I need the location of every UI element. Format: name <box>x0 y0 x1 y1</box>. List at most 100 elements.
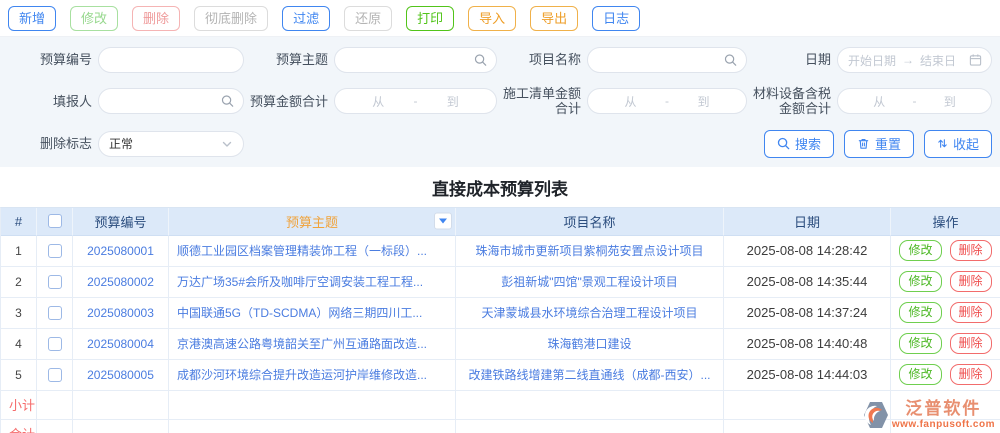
empty-cell <box>37 419 73 433</box>
row-delete-button[interactable]: 删除 <box>949 302 992 324</box>
row-edit-button[interactable]: 修改 <box>899 271 942 293</box>
row-select-cell <box>37 359 73 391</box>
topic-link[interactable]: 顺德工业园区档案管理精装饰工程（一标段）... <box>169 235 456 267</box>
logo-text: 泛普软件 www.fanpusoft.com <box>892 400 995 430</box>
range-from-placeholder: 从 <box>624 94 637 109</box>
print-button[interactable]: 打印 <box>406 5 455 31</box>
project-link[interactable]: 改建铁路线增建第二线直通线（成都-西安）... <box>456 359 724 391</box>
row-select-cell <box>37 328 73 360</box>
delete-button[interactable]: 删除 <box>132 5 181 31</box>
empty-cell <box>73 390 169 420</box>
row-delete-button[interactable]: 删除 <box>949 240 992 262</box>
header-project[interactable]: 项目名称 <box>456 207 724 236</box>
export-button[interactable]: 导出 <box>530 5 579 31</box>
budget-no-link[interactable]: 2025080001 <box>73 235 169 267</box>
topic-link[interactable]: 成都沙河环境综合提升改造运河护岸维修改造... <box>169 359 456 391</box>
delete-flag-select[interactable]: 正常 <box>98 130 244 157</box>
project-link[interactable]: 珠海鹤港口建设 <box>456 328 724 360</box>
budget-no-link[interactable]: 2025080003 <box>73 297 169 329</box>
row-ops: 修改 删除 <box>891 328 1000 360</box>
vendor-logo: 泛普软件 www.fanpusoft.com <box>863 400 995 430</box>
table-row: 5 2025080005 成都沙河环境综合提升改造运河护岸维修改造... 改建铁… <box>1 359 1000 391</box>
toolbar: 新增 修改 删除 彻底删除 过滤 还原 打印 导入 导出 日志 <box>0 0 1000 37</box>
header-budget-no[interactable]: 预算编号 <box>73 207 169 236</box>
topic-link[interactable]: 中国联通5G（TD-SCDMA）网络三期四川工... <box>169 297 456 329</box>
edit-button[interactable]: 修改 <box>70 5 119 31</box>
row-edit-button[interactable]: 修改 <box>899 364 942 386</box>
row-delete-button[interactable]: 删除 <box>949 333 992 355</box>
filter-panel: 预算编号 预算主题 项目名称 日期 开始日期 → 结束日 填报人 预算金额合计 … <box>0 37 1000 167</box>
delete-flag-value: 正常 <box>109 137 134 152</box>
restore-button[interactable]: 还原 <box>344 5 393 31</box>
construction-amount-label: 施工清单金额 合计 <box>502 86 581 117</box>
row-checkbox[interactable] <box>47 336 62 351</box>
row-edit-button[interactable]: 修改 <box>899 333 942 355</box>
empty-cell <box>456 390 724 420</box>
material-amount-range-input[interactable]: 从 - 到 <box>837 88 992 115</box>
table-header-row: # 预算编号 预算主题 项目名称 日期 操作 <box>1 207 1000 236</box>
budget-table: # 预算编号 预算主题 项目名称 日期 操作 1 2025080001 顺德工业… <box>0 206 1000 433</box>
triangle-down-icon <box>439 218 447 224</box>
budget-amount-label: 预算金额合计 <box>249 93 328 109</box>
add-button[interactable]: 新增 <box>8 5 57 31</box>
row-delete-button[interactable]: 删除 <box>949 271 992 293</box>
project-link[interactable]: 珠海市城市更新项目紫桐苑安置点设计项目 <box>456 235 724 267</box>
header-date[interactable]: 日期 <box>724 207 891 236</box>
header-index: # <box>1 207 37 236</box>
empty-cell <box>169 390 456 420</box>
row-edit-button[interactable]: 修改 <box>899 240 942 262</box>
search-icon[interactable] <box>474 54 487 67</box>
project-link[interactable]: 天津蒙城县水环境综合治理工程设计项目 <box>456 297 724 329</box>
filter-construction-amount: 施工清单金额 合计 从 - 到 <box>497 86 747 117</box>
header-topic[interactable]: 预算主题 <box>169 207 456 236</box>
calendar-icon[interactable] <box>969 54 982 67</box>
table-row: 4 2025080004 京港澳高速公路粤境韶关至广州互通路面改造... 珠海鹤… <box>1 328 1000 360</box>
budget-topic-label: 预算主题 <box>275 52 328 68</box>
row-date: 2025-08-08 14:40:48 <box>724 328 891 360</box>
logo-name: 泛普软件 <box>905 399 982 419</box>
reset-button[interactable]: 重置 <box>843 129 914 158</box>
project-name-input[interactable] <box>598 48 720 72</box>
budget-no-link[interactable]: 2025080004 <box>73 328 169 360</box>
column-dropdown-button[interactable] <box>434 212 452 230</box>
range-dash: - <box>912 94 917 109</box>
search-icon[interactable] <box>221 95 234 108</box>
collapse-button[interactable]: 收起 <box>923 129 992 158</box>
budget-amount-range-input[interactable]: 从 - 到 <box>334 88 497 115</box>
row-date: 2025-08-08 14:35:44 <box>724 266 891 298</box>
search-icon[interactable] <box>724 54 737 67</box>
search-icon <box>777 137 790 150</box>
topic-link[interactable]: 京港澳高速公路粤境韶关至广州互通路面改造... <box>169 328 456 360</box>
construction-amount-range-input[interactable]: 从 - 到 <box>587 88 747 115</box>
filler-input[interactable] <box>109 89 217 114</box>
date-end-placeholder: 结束日 <box>920 53 957 68</box>
budget-no-link[interactable]: 2025080002 <box>73 266 169 298</box>
filter-budget-amount: 预算金额合计 从 - 到 <box>244 88 497 115</box>
purge-button[interactable]: 彻底删除 <box>194 5 269 31</box>
empty-cell <box>37 390 73 420</box>
row-checkbox[interactable] <box>47 367 62 382</box>
filter-budget-no: 预算编号 <box>8 47 244 73</box>
topic-link[interactable]: 万达广场35#会所及咖啡厅空调安装工程工程... <box>169 266 456 298</box>
search-button[interactable]: 搜索 <box>763 129 834 158</box>
budget-topic-input[interactable] <box>345 48 470 72</box>
row-checkbox[interactable] <box>47 243 62 258</box>
logo-url: www.fanpusoft.com <box>891 419 995 430</box>
filter-filler: 填报人 <box>8 88 244 115</box>
filter-project-name: 项目名称 <box>497 47 747 73</box>
date-range-input[interactable]: 开始日期 → 结束日 <box>837 47 992 73</box>
budget-no-link[interactable]: 2025080005 <box>73 359 169 391</box>
import-button[interactable]: 导入 <box>468 5 517 31</box>
row-edit-button[interactable]: 修改 <box>899 302 942 324</box>
select-all-checkbox[interactable] <box>47 214 62 229</box>
row-checkbox[interactable] <box>47 305 62 320</box>
row-checkbox[interactable] <box>47 274 62 289</box>
project-link[interactable]: 彭祖新城"四馆"景观工程设计项目 <box>456 266 724 298</box>
row-date: 2025-08-08 14:44:03 <box>724 359 891 391</box>
log-button[interactable]: 日志 <box>592 5 641 31</box>
budget-no-input[interactable] <box>109 48 233 72</box>
filter-button[interactable]: 过滤 <box>282 5 331 31</box>
row-ops: 修改 删除 <box>891 297 1000 329</box>
total-label: 合计 <box>1 419 37 433</box>
row-delete-button[interactable]: 删除 <box>949 364 992 386</box>
